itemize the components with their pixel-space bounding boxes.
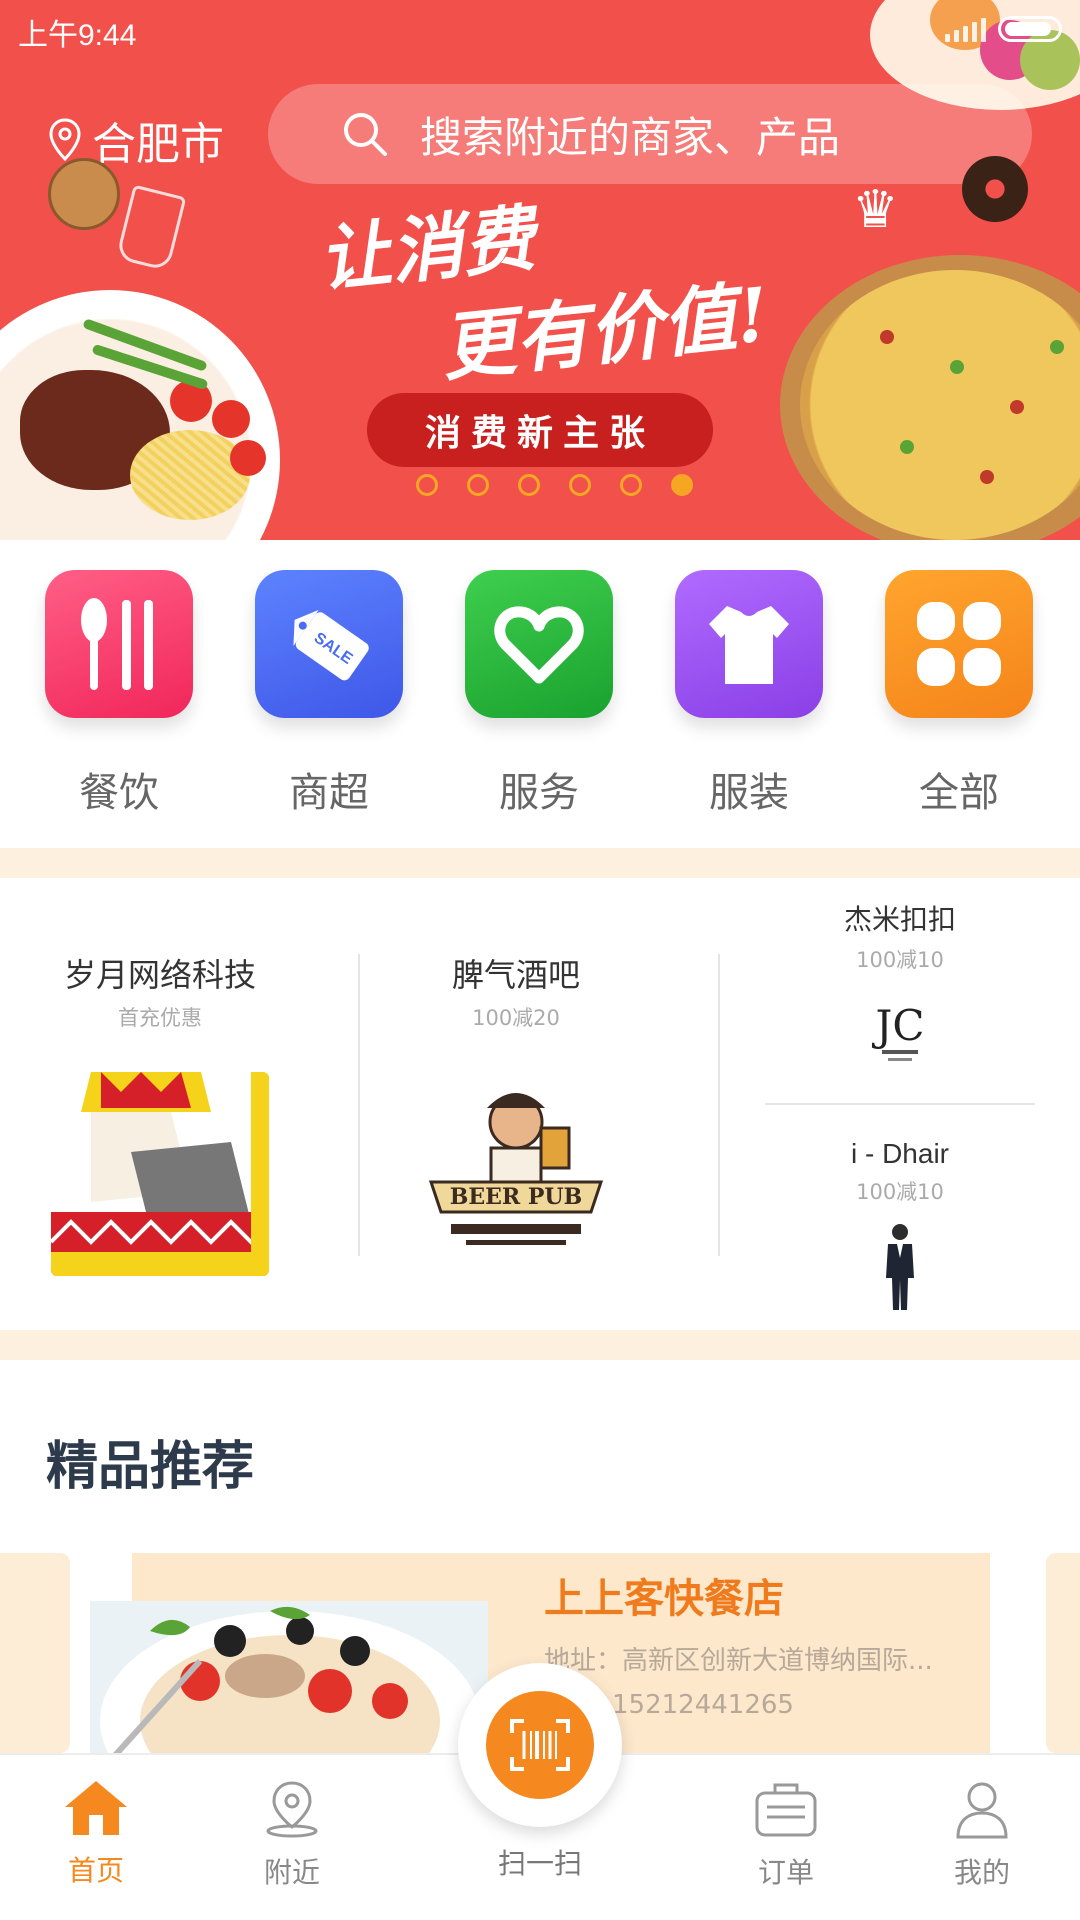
store-card-idhair[interactable]: i - Dhair 100减10	[780, 1138, 1020, 1312]
tomato-image	[230, 440, 266, 476]
playing-card-king-logo	[51, 1072, 269, 1276]
store-card-suiyue[interactable]: 岁月网络科技 首充优惠	[40, 950, 280, 1276]
store-name: 脾气酒吧	[451, 956, 580, 994]
signal-icon	[945, 16, 986, 42]
category-service[interactable]: 服务	[465, 570, 613, 818]
city-label: 合肥市	[92, 119, 224, 170]
search-icon	[344, 113, 387, 156]
store-promotions: 岁月网络科技 首充优惠 脾气酒吧 100减20 BEER PUB 杰米扣扣 10…	[0, 878, 1080, 1330]
store-card-piqi-bar[interactable]: 脾气酒吧 100减20 BEER PUB	[396, 950, 636, 1252]
heart-icon	[465, 570, 613, 718]
banner-tag: 消费新主张	[367, 393, 713, 467]
crown-icon: ♛	[852, 180, 899, 240]
pizza-topping	[880, 330, 894, 344]
pasta-image	[130, 430, 250, 520]
store-deal: 100减10	[856, 948, 944, 972]
recommend-card-next[interactable]	[1046, 1553, 1080, 1753]
scan-button[interactable]	[458, 1663, 622, 1827]
pizza-topping	[980, 470, 994, 484]
jc-logo-text: JC	[872, 1001, 925, 1050]
pizza-topping	[900, 440, 914, 454]
beer-pub-logo: BEER PUB	[421, 1072, 611, 1252]
category-all[interactable]: 全部	[885, 570, 1033, 818]
drink-cup-image	[115, 184, 187, 272]
section-divider	[0, 848, 1080, 878]
tab-label: 首页	[67, 1854, 124, 1887]
store-card-jiemi[interactable]: 杰米扣扣 100减10 JC	[780, 898, 1020, 1068]
category-label: 服务	[499, 770, 579, 816]
carousel-dot[interactable]	[671, 474, 693, 496]
store-deal: 100减10	[856, 1180, 944, 1204]
carousel-dot[interactable]	[467, 474, 489, 496]
banner[interactable]: 上午9:44 合肥市 搜索附近的商家、产品 ♛ 让消费 更有价值! 消费新主张	[0, 0, 1080, 540]
battery-icon	[998, 16, 1062, 42]
search-placeholder: 搜索附近的商家、产品	[420, 112, 841, 162]
category-label: 全部	[919, 770, 999, 816]
pizza-topping	[1050, 340, 1064, 354]
location-pin-icon	[266, 1781, 318, 1838]
user-icon	[956, 1782, 1008, 1839]
status-time: 上午9:44	[18, 19, 137, 52]
recommend-store-address: 地址：高新区创新大道博纳国际...	[544, 1646, 933, 1676]
utensils-icon	[45, 570, 193, 718]
recommend-store-phone: 15212441265	[612, 1690, 794, 1720]
beer-pub-logo-text: BEER PUB	[450, 1184, 582, 1210]
recommend-card-prev[interactable]	[0, 1553, 70, 1753]
divider	[358, 954, 360, 1256]
category-clothing[interactable]: 服装	[675, 570, 823, 818]
store-name: 杰米扣扣	[843, 903, 956, 936]
pizza-topping	[1010, 400, 1024, 414]
store-name: i - Dhair	[850, 1138, 949, 1169]
category-food[interactable]: 餐饮	[45, 570, 193, 818]
carousel-indicator	[416, 474, 693, 496]
section-divider	[0, 1330, 1080, 1360]
tab-label: 订单	[757, 1856, 814, 1889]
scan-label: 扫一扫	[497, 1847, 582, 1880]
tab-nearby[interactable]: 附近	[232, 1779, 352, 1891]
order-icon	[755, 1783, 817, 1837]
category-label: 餐饮	[79, 770, 159, 816]
grid-icon	[885, 570, 1033, 718]
divider	[718, 954, 720, 1256]
tab-profile[interactable]: 我的	[922, 1779, 1042, 1891]
category-supermarket[interactable]: SALE 商超	[255, 570, 403, 818]
basketball-image	[48, 158, 120, 230]
pizza-topping	[950, 360, 964, 374]
tab-home[interactable]: 首页	[36, 1779, 156, 1889]
category-grid: 餐饮 SALE 商超 服务 服装 全部	[0, 540, 1080, 848]
man-in-suit-logo	[880, 1222, 920, 1312]
donut-image	[962, 156, 1028, 222]
category-label: 服装	[709, 770, 789, 816]
home-icon	[65, 1781, 127, 1835]
carousel-dot[interactable]	[416, 474, 438, 496]
shirt-icon	[675, 570, 823, 718]
restaurant-photo	[90, 1601, 488, 1761]
carousel-dot[interactable]	[518, 474, 540, 496]
tab-orders[interactable]: 订单	[726, 1779, 846, 1891]
category-label: 商超	[289, 770, 369, 816]
tab-label: 我的	[953, 1856, 1010, 1889]
location-pin-icon	[49, 118, 81, 162]
sale-tag-icon: SALE	[255, 570, 403, 718]
scan-icon	[486, 1691, 594, 1799]
store-deal: 首充优惠	[118, 1006, 202, 1030]
store-name: 岁月网络科技	[63, 956, 256, 994]
recommend-store-name: 上上客快餐店	[544, 1576, 784, 1622]
carousel-dot[interactable]	[569, 474, 591, 496]
tab-label: 附近	[263, 1856, 320, 1889]
store-deal: 100减20	[472, 1006, 560, 1030]
search-input[interactable]: 搜索附近的商家、产品	[268, 84, 1032, 184]
status-icons	[945, 16, 1062, 42]
divider	[765, 1103, 1035, 1105]
tomato-image	[212, 400, 250, 438]
recommend-title: 精品推荐	[46, 1437, 255, 1497]
carousel-dot[interactable]	[620, 474, 642, 496]
jc-logo: JC	[870, 992, 930, 1068]
